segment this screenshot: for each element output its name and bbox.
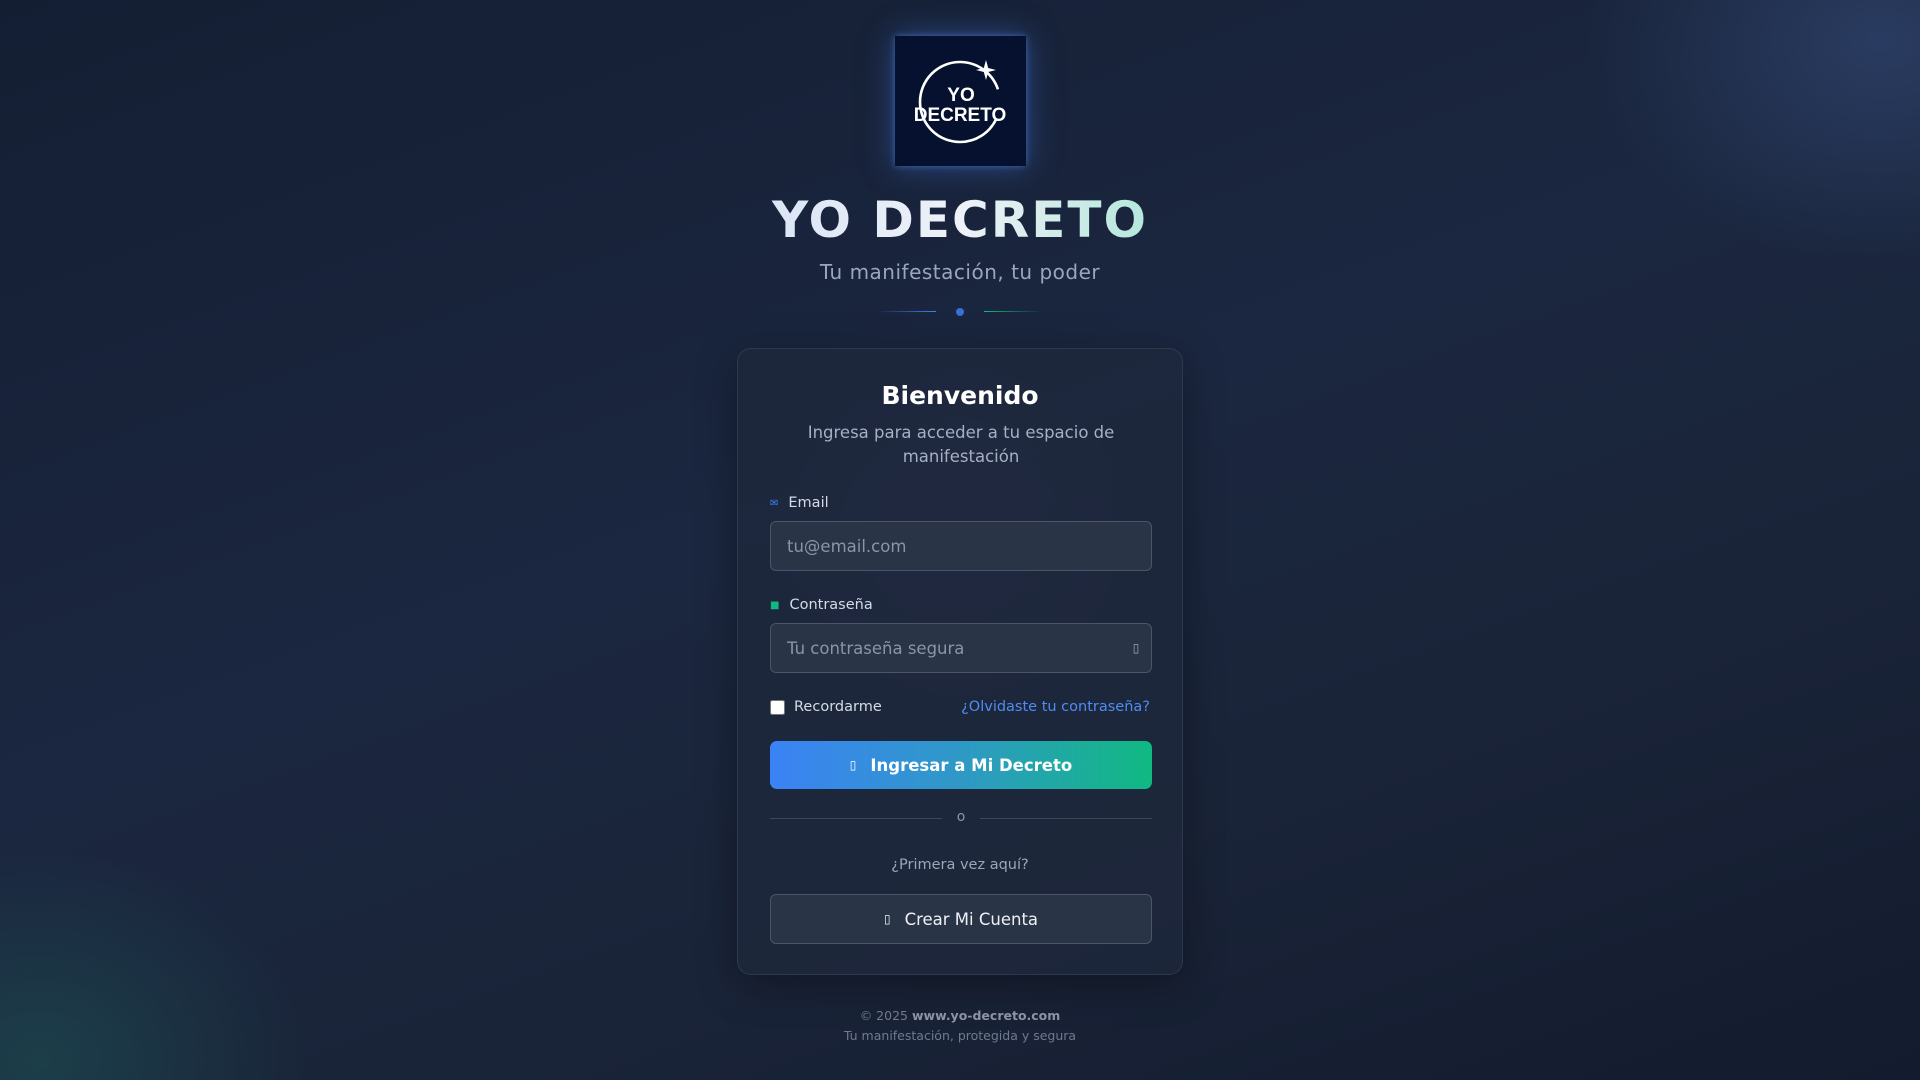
login-button[interactable]: ▯ Ingresar a Mi Decreto bbox=[770, 741, 1152, 789]
register-button[interactable]: ▯ Crear Mi Cuenta bbox=[770, 894, 1152, 944]
card-description: Ingresa para acceder a tu espacio de man… bbox=[807, 423, 1115, 466]
password-input[interactable] bbox=[770, 623, 1152, 673]
remember-checkbox[interactable] bbox=[770, 699, 785, 715]
email-label: ✉ Email bbox=[770, 495, 829, 511]
email-label-text: Email bbox=[788, 495, 829, 511]
logo-text-line2: DECRETO bbox=[914, 105, 1007, 126]
or-text: o bbox=[956, 809, 966, 825]
login-card: Bienvenido Ingresa para acceder a tu esp… bbox=[737, 348, 1183, 975]
envelope-icon: ✉ bbox=[770, 497, 779, 509]
remember-label: Recordarme bbox=[794, 699, 882, 715]
card-title: Bienvenido bbox=[881, 381, 1039, 410]
footer-copyright: © 2025 www.yo-decreto.com bbox=[0, 1008, 1920, 1023]
forgot-password-link[interactable]: ¿Olvidaste tu contraseña? bbox=[961, 699, 1150, 715]
footer-site-link[interactable]: www.yo-decreto.com bbox=[912, 1008, 1060, 1023]
login-icon: ▯ bbox=[849, 758, 857, 772]
logo-emblem: YO DECRETO bbox=[914, 60, 1007, 144]
email-input[interactable] bbox=[770, 521, 1152, 571]
register-button-label: Crear Mi Cuenta bbox=[904, 909, 1039, 929]
or-divider: o bbox=[770, 809, 1152, 829]
logo-text-line1: YO bbox=[947, 85, 974, 106]
dot-icon bbox=[956, 308, 964, 316]
decorative-divider bbox=[878, 306, 1042, 318]
user-plus-icon: ▯ bbox=[883, 912, 891, 926]
brand-title: YO DECRETO bbox=[0, 188, 1920, 252]
sparkle-icon bbox=[976, 60, 996, 80]
lock-icon: ■ bbox=[770, 599, 780, 611]
password-label: ■ Contraseña bbox=[770, 597, 873, 613]
login-button-label: Ingresar a Mi Decreto bbox=[870, 755, 1073, 775]
password-label-text: Contraseña bbox=[789, 597, 873, 613]
remember-me[interactable]: Recordarme bbox=[770, 699, 882, 715]
brand-subtitle: Tu manifestación, tu poder bbox=[819, 260, 1101, 284]
eye-icon[interactable]: ▯ bbox=[1126, 623, 1146, 673]
copyright-text: © 2025 bbox=[859, 1008, 908, 1023]
footer-tagline: Tu manifestación, protegida y segura bbox=[843, 1028, 1077, 1043]
brand-logo: YO DECRETO bbox=[895, 36, 1026, 166]
first-time-text: ¿Primera vez aquí? bbox=[891, 857, 1029, 873]
